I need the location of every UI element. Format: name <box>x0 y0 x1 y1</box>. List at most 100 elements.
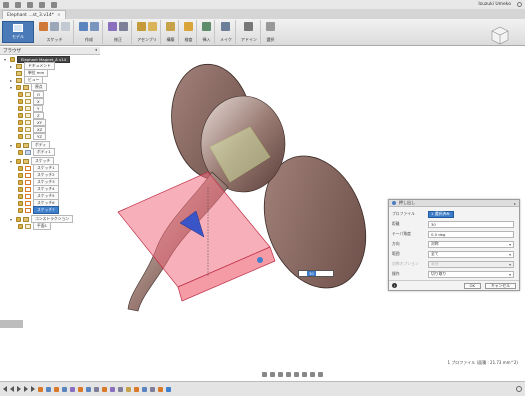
toolbar-group-modify[interactable]: 修正 <box>105 20 132 44</box>
timeline-fillet-icon[interactable] <box>150 386 155 392</box>
browser-item-plane-xz[interactable]: XZ <box>18 125 47 133</box>
press-pull-icon[interactable] <box>108 22 117 31</box>
browser-header[interactable]: ブラウザ ◂ <box>0 47 100 55</box>
step-forward-icon[interactable] <box>24 386 28 392</box>
visibility-bulb-icon[interactable] <box>18 91 23 97</box>
browser-item-sketch7[interactable]: スケッチ7 <box>18 206 59 215</box>
browser-item-plane1[interactable]: 平面1 <box>18 222 52 231</box>
expand-arrow-icon[interactable]: ▾ <box>4 57 8 62</box>
toolbar-group-sketch[interactable]: スケッチ <box>36 20 74 44</box>
visibility-bulb-icon[interactable] <box>18 207 23 213</box>
revolve-icon[interactable] <box>90 22 99 31</box>
toolbar-group-inspect[interactable]: 検査 <box>181 20 197 44</box>
view-cube[interactable] <box>490 25 510 45</box>
workspace-switcher[interactable]: モデル <box>2 21 34 43</box>
expand-arrow-icon[interactable]: ▾ <box>10 85 14 90</box>
toolbar-group-construct[interactable]: 構築 <box>163 20 179 44</box>
document-tab[interactable]: Elephant ...st_3.v14* × <box>2 10 66 19</box>
help-icon[interactable] <box>517 2 522 7</box>
expand-arrow-icon[interactable]: ▾ <box>10 159 14 164</box>
toolbar-group-addins[interactable]: アドイン <box>238 20 261 44</box>
visibility-bulb-icon[interactable] <box>18 200 23 206</box>
rectangle-icon[interactable] <box>61 22 70 31</box>
user-name[interactable]: Izuzuki Umeko <box>478 2 511 7</box>
viewports-icon[interactable] <box>317 372 323 377</box>
component-icon[interactable] <box>137 22 146 31</box>
timeline-sketch-icon[interactable] <box>134 386 139 392</box>
timeline-sketch-icon[interactable] <box>158 386 163 392</box>
toolbar-group-assemble[interactable]: アセンブリ <box>134 20 161 44</box>
line-icon[interactable] <box>50 22 59 31</box>
visibility-bulb-icon[interactable] <box>18 119 23 125</box>
timeline-fillet-icon[interactable] <box>94 386 99 392</box>
extrude-icon[interactable] <box>79 22 88 31</box>
expand-arrow-icon[interactable]: ▾ <box>10 217 14 222</box>
profile-selector[interactable]: 1 選択済み <box>428 210 454 218</box>
visibility-bulb-icon[interactable] <box>10 56 15 62</box>
timeline-sketch-icon[interactable] <box>38 386 43 392</box>
timeline-marker-icon[interactable] <box>166 386 171 392</box>
joint-icon[interactable] <box>148 22 157 31</box>
visibility-bulb-icon[interactable] <box>18 149 23 155</box>
undo-icon[interactable] <box>39 1 45 8</box>
visibility-bulb-icon[interactable] <box>18 105 23 111</box>
visibility-bulb-icon[interactable] <box>16 84 21 90</box>
visibility-bulb-icon[interactable] <box>16 216 21 222</box>
browser-item-plane-xy[interactable]: XY <box>18 118 46 126</box>
app-menu-icon[interactable] <box>3 1 9 8</box>
redo-icon[interactable] <box>51 1 57 8</box>
orbit-icon[interactable] <box>261 372 267 377</box>
select-arrow-icon[interactable] <box>265 22 275 31</box>
timeline-extrude-icon[interactable] <box>62 386 67 392</box>
toolbar-group-select[interactable]: 選択 <box>263 20 278 44</box>
measure-icon[interactable] <box>184 22 193 31</box>
close-tab-icon[interactable]: × <box>57 13 61 18</box>
3d-print-icon[interactable] <box>221 22 231 31</box>
visibility-bulb-icon[interactable] <box>16 142 21 148</box>
visibility-bulb-icon[interactable] <box>18 172 23 178</box>
step-back-icon[interactable] <box>10 386 14 392</box>
visibility-bulb-icon[interactable] <box>18 223 23 229</box>
timeline-extrude-icon[interactable] <box>46 386 51 392</box>
sketch-icon[interactable] <box>39 22 48 31</box>
timeline-extrude-icon[interactable] <box>142 386 147 392</box>
dialog-header[interactable]: 押し出し ▸ <box>389 200 519 207</box>
timeline-loft-icon[interactable] <box>70 386 75 392</box>
timeline-sketch-icon[interactable] <box>78 386 83 392</box>
timeline-shell-icon[interactable] <box>118 386 123 392</box>
timeline-sketch-icon[interactable] <box>54 386 59 392</box>
visibility-bulb-icon[interactable] <box>18 165 23 171</box>
plane-icon[interactable] <box>166 22 175 31</box>
distance-input-chip[interactable]: 30 <box>298 270 334 277</box>
toolbar-group-make[interactable]: メイク <box>217 20 236 44</box>
pin-icon[interactable]: ◂ <box>95 48 97 53</box>
browser-item-plane-yz[interactable]: YZ <box>18 132 46 140</box>
play-icon[interactable] <box>17 386 21 392</box>
go-to-end-icon[interactable] <box>31 386 35 392</box>
extent-dropdown[interactable]: 全て ▾ <box>428 250 514 258</box>
browser-item-axis-z[interactable]: Z <box>18 111 44 119</box>
fit-icon[interactable] <box>293 372 299 377</box>
info-icon[interactable]: i <box>392 283 397 288</box>
timeline-sketch-icon[interactable] <box>102 386 107 392</box>
timeline-plane-icon[interactable] <box>126 386 131 392</box>
expand-arrow-icon[interactable]: ▸ <box>10 64 14 69</box>
taper-angle-field[interactable]: 0.0 deg <box>428 230 514 238</box>
extrude-manipulator-handle[interactable] <box>257 257 263 263</box>
insert-image-icon[interactable] <box>202 22 211 31</box>
timeline-sweep-icon[interactable] <box>110 386 115 392</box>
look-at-icon[interactable] <box>269 372 275 377</box>
visibility-bulb-icon[interactable] <box>18 112 23 118</box>
browser-item-axis-y[interactable]: Y <box>18 104 44 112</box>
visibility-bulb-icon[interactable] <box>18 98 23 104</box>
panel-collapse-tab[interactable] <box>0 320 23 328</box>
fillet-icon[interactable] <box>119 22 128 31</box>
save-icon[interactable] <box>27 1 33 8</box>
browser-item-origin-point[interactable]: O <box>18 90 44 98</box>
distance-value[interactable]: 30 <box>307 271 316 276</box>
timeline-extrude-icon[interactable] <box>86 386 91 392</box>
go-to-start-icon[interactable] <box>3 386 7 392</box>
visibility-bulb-icon[interactable] <box>18 126 23 132</box>
pan-icon[interactable] <box>277 372 283 377</box>
visibility-bulb-icon[interactable] <box>16 158 21 164</box>
